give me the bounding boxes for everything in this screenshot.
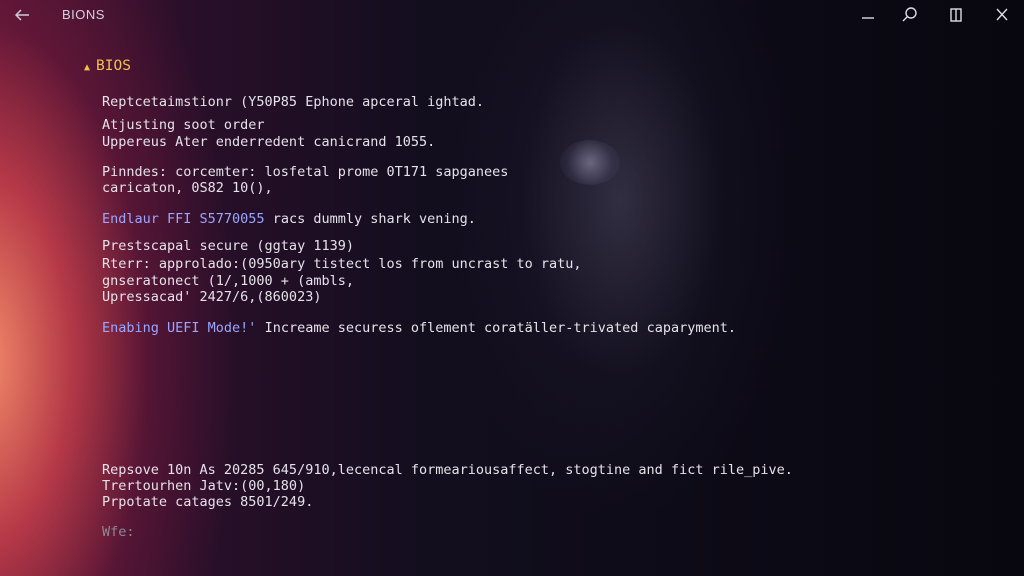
light-flare — [560, 140, 620, 185]
section-heading-label: BIOS — [96, 58, 131, 74]
log-line: Trertourhen Jatv:(00,180) — [102, 478, 306, 494]
snap-layout-icon — [950, 8, 962, 22]
close-icon — [996, 8, 1008, 21]
caret-up-icon: ▲ — [84, 62, 91, 73]
log-line: Endlaur FFI S5770055 racs dummly shark v… — [102, 211, 476, 227]
log-line: Prestscapal secure (ggtay 1139) — [102, 238, 354, 254]
log-highlight: Endlaur FFI S5770055 — [102, 211, 265, 227]
log-line: Upressacad' 2427/6,(860023) — [102, 289, 322, 305]
search-button[interactable] — [897, 4, 921, 26]
log-line: Prpotate catages 8501/249. — [102, 494, 314, 510]
log-line: Atjusting soot order — [102, 117, 265, 133]
log-line: gnseratonect (1/,1000 + (ambls, — [102, 273, 354, 289]
log-line: Uppereus Ater enderredent canicrand 1055… — [102, 134, 436, 150]
close-button[interactable] — [990, 4, 1014, 26]
log-text: Increame securess oflement coratäller-tr… — [256, 320, 736, 336]
log-text: racs dummly shark vening. — [264, 211, 476, 227]
log-line: Wfe: — [102, 524, 135, 540]
window-title: BIONS — [62, 7, 105, 22]
arrow-left-icon — [14, 9, 29, 21]
minimize-button[interactable] — [856, 4, 880, 26]
log-line: Pinndes: corcemter: losfetal prome 0T171… — [102, 164, 509, 180]
log-line: caricaton, 0S82 10(), — [102, 180, 273, 196]
minimize-icon — [862, 17, 874, 19]
title-bar: BIONS — [0, 0, 1024, 30]
section-heading[interactable]: ▲ BIOS — [84, 58, 131, 74]
log-line: Reptcetaimstionr (Y50P85 Ephone apceral … — [102, 94, 485, 110]
log-line: Repsove 10n As 20285 645/910,lecencal fo… — [102, 462, 793, 478]
log-highlight: Enabing UEFI Mode!' — [102, 320, 257, 336]
log-line: Enabing UEFI Mode!' Increame securess of… — [102, 320, 736, 336]
log-line: Rterr: approlado:(0950ary tistect los fr… — [102, 256, 582, 272]
search-icon — [902, 7, 917, 22]
snap-layout-button[interactable] — [944, 4, 968, 26]
back-button[interactable] — [10, 4, 34, 26]
